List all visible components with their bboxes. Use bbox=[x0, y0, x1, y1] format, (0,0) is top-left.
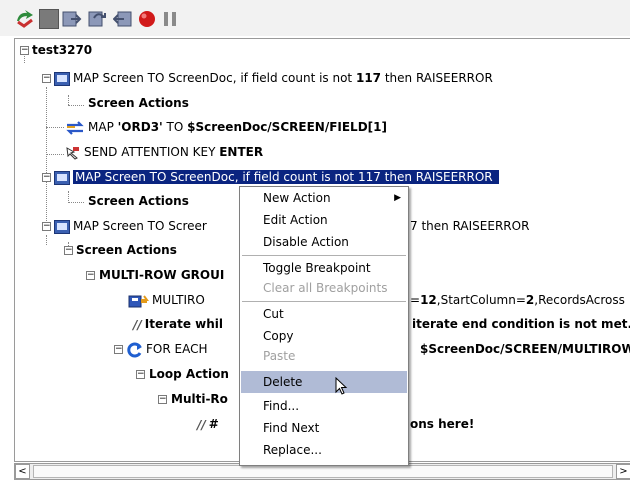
toolbar bbox=[0, 0, 630, 36]
loop-icon bbox=[127, 342, 142, 357]
tree-node-text-tail: 7 then RAISEERROR bbox=[410, 219, 530, 233]
scroll-right-button[interactable]: > bbox=[616, 464, 630, 479]
menu-item-clear-breakpoints[interactable]: Clear all Breakpoints bbox=[241, 277, 407, 299]
tree-node-root[interactable]: test3270 bbox=[32, 40, 92, 60]
screen-icon bbox=[54, 71, 70, 86]
tree-node-multirow-group[interactable]: MULTI-ROW GROUI bbox=[99, 265, 224, 285]
submenu-arrow-icon: ▶ bbox=[394, 193, 401, 203]
menu-item-cut[interactable]: Cut bbox=[241, 303, 407, 325]
tree-node-text-tail: $ScreenDoc/SCREEN/MULTIROW bbox=[420, 342, 630, 356]
screen-icon bbox=[54, 219, 70, 234]
mouse-cursor-icon bbox=[335, 377, 348, 395]
tree-node-text-tail: ons here! bbox=[410, 417, 475, 431]
pause-icon[interactable] bbox=[160, 9, 180, 29]
collapse-toggle[interactable]: − bbox=[42, 222, 51, 231]
menu-item-paste[interactable]: Paste bbox=[241, 345, 407, 367]
tree-node-for-each[interactable]: FOR EACH bbox=[127, 339, 207, 359]
scroll-left-button[interactable]: < bbox=[15, 464, 30, 479]
step-into-icon[interactable] bbox=[62, 9, 82, 29]
menu-separator bbox=[242, 255, 406, 256]
comment-icon: // bbox=[197, 417, 206, 432]
step-out-icon[interactable] bbox=[113, 9, 133, 29]
menu-item-toggle-breakpoint[interactable]: Toggle Breakpoint bbox=[241, 257, 407, 279]
tree-node-screen-actions[interactable]: Screen Actions bbox=[76, 240, 177, 260]
screen-icon bbox=[54, 170, 70, 185]
tree-node-text-tail: iterate end condition is not met. bbox=[412, 317, 630, 331]
menu-separator bbox=[242, 301, 406, 302]
collapse-toggle[interactable]: − bbox=[86, 271, 95, 280]
tree-node-loop-actions[interactable]: Loop Action bbox=[149, 364, 229, 384]
stop-icon[interactable] bbox=[39, 9, 59, 29]
collapse-toggle[interactable]: − bbox=[136, 370, 145, 379]
run-icon[interactable] bbox=[15, 9, 35, 29]
tree-node-multi-row[interactable]: Multi-Ro bbox=[171, 389, 228, 409]
tree-node-send-key[interactable]: SEND ATTENTION KEY ENTER bbox=[65, 142, 263, 162]
selected-node-label: MAP Screen TO ScreenDoc, if field count … bbox=[73, 170, 499, 184]
tree-node-map-screen-selected[interactable]: MAP Screen TO ScreenDoc, if field count … bbox=[54, 167, 499, 187]
tree-node-multirow[interactable]: MULTIRO bbox=[127, 290, 205, 310]
step-over-icon[interactable] bbox=[88, 9, 108, 29]
map-arrows-icon bbox=[66, 120, 84, 135]
comment-icon: // bbox=[133, 317, 142, 332]
scroll-thumb[interactable] bbox=[33, 465, 613, 478]
breakpoint-icon[interactable] bbox=[137, 9, 157, 29]
collapse-toggle[interactable]: − bbox=[64, 246, 73, 255]
collapse-toggle[interactable]: − bbox=[42, 173, 51, 182]
menu-item-copy[interactable]: Copy bbox=[241, 325, 407, 347]
multirow-icon bbox=[128, 294, 149, 307]
tree-node-screen-actions[interactable]: Screen Actions bbox=[88, 191, 189, 211]
collapse-toggle[interactable]: − bbox=[158, 395, 167, 404]
menu-item-edit-action[interactable]: Edit Action bbox=[241, 209, 407, 231]
tree-node-screen-actions[interactable]: Screen Actions bbox=[88, 93, 189, 113]
tree-node-comment[interactable]: //# bbox=[197, 414, 219, 434]
menu-item-new-action[interactable]: New Action ▶ bbox=[241, 187, 407, 209]
tree-node-map-value[interactable]: MAP 'ORD3' TO $ScreenDoc/SCREEN/FIELD[1] bbox=[65, 117, 387, 137]
tree-node-map-screen[interactable]: MAP Screen TO Screer bbox=[54, 216, 207, 236]
tree-node-text-tail: =12,StartColumn=2,RecordsAcross bbox=[410, 293, 625, 307]
collapse-toggle[interactable]: − bbox=[114, 345, 123, 354]
context-menu: New Action ▶ Edit Action Disable Action … bbox=[239, 186, 409, 466]
collapse-toggle[interactable]: − bbox=[42, 74, 51, 83]
root-label: test3270 bbox=[32, 43, 93, 57]
menu-item-disable-action[interactable]: Disable Action bbox=[241, 231, 407, 253]
collapse-toggle[interactable]: − bbox=[20, 46, 29, 55]
menu-item-replace[interactable]: Replace... bbox=[241, 439, 407, 461]
menu-item-find-next[interactable]: Find Next bbox=[241, 417, 407, 439]
menu-item-find[interactable]: Find... bbox=[241, 395, 407, 417]
tree-node-comment[interactable]: //Iterate whil bbox=[133, 314, 223, 334]
menu-item-delete[interactable]: Delete bbox=[241, 371, 407, 395]
hand-key-icon bbox=[66, 146, 79, 160]
tree-node-map-screen[interactable]: MAP Screen TO ScreenDoc, if field count … bbox=[54, 68, 493, 88]
